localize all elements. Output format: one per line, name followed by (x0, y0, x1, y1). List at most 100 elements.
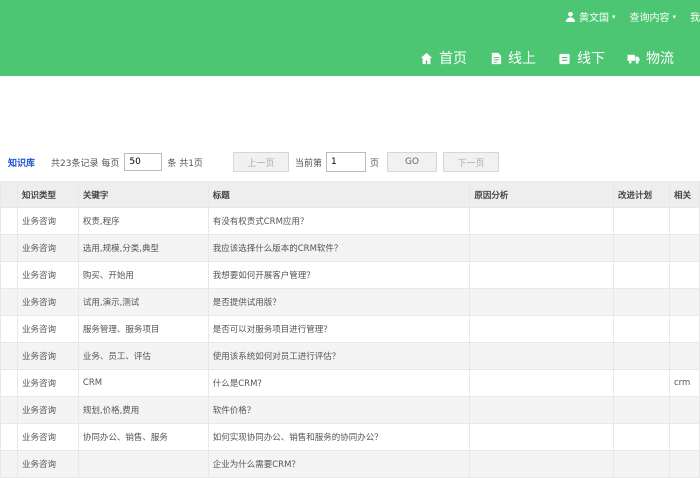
col-related-cell (668, 288, 700, 316)
col-knowledge-type-cell: 业务咨询 (16, 342, 79, 370)
col-title-cell[interactable]: 是否提供试用版？ (207, 288, 471, 316)
chevron-down-icon: ▾ (611, 12, 616, 21)
col-index-cell (0, 288, 18, 316)
col-keywords-cell: 服务管理、服务项目 (77, 315, 209, 343)
next-page-button[interactable]: 下一页 (442, 152, 499, 172)
table-row[interactable]: 业务咨询 权责,程序 有没有权责式CRM应用？ (0, 207, 700, 235)
col-title-cell[interactable]: 是否可以对服务项目进行管理？ (207, 315, 471, 343)
col-title-cell[interactable]: 软件价格？ (207, 396, 471, 424)
col-cause-analysis-header[interactable]: 原因分析 (469, 181, 615, 208)
col-related-cell (668, 396, 700, 424)
col-related-cell (668, 261, 700, 289)
col-title-cell[interactable]: 什么是CRM? (207, 369, 471, 397)
query-menu-label: 查询内容 (629, 13, 670, 24)
col-index-cell (0, 261, 18, 289)
col-title-cell[interactable]: 我想要如何开展客户管理？ (207, 261, 471, 289)
col-keywords-cell: 业务、员工、评估 (77, 342, 209, 370)
user-bar: 黄文国 ▾ 查询内容 ▾ 我 (565, 9, 700, 24)
col-improvement-plan-header[interactable]: 改进计划 (613, 181, 670, 208)
col-related-cell (668, 450, 700, 478)
col-keywords-cell: 协同办公、销售、服务 (77, 423, 209, 451)
col-knowledge-type-cell: 业务咨询 (16, 396, 79, 424)
page-size-input[interactable] (124, 153, 163, 171)
offline-icon (559, 53, 570, 64)
col-index-cell (0, 369, 18, 397)
col-improvement-plan-cell (613, 234, 670, 262)
col-knowledge-type-cell: 业务咨询 (16, 207, 79, 235)
nav-logistics[interactable]: 物流 (627, 48, 674, 68)
table-row[interactable]: 业务咨询 购买、开始用 我想要如何开展客户管理？ (0, 261, 700, 289)
more-menu[interactable]: 我 (690, 9, 700, 24)
col-cause-analysis-cell (469, 315, 615, 343)
app-header: 黄文国 ▾ 查询内容 ▾ 我 首页 线上 线下 物流 (0, 0, 700, 76)
prev-page-button[interactable]: 上一页 (232, 152, 289, 172)
col-keywords-cell: 选用,规模,分类,典型 (77, 234, 209, 262)
col-related-cell (668, 342, 700, 370)
col-cause-analysis-cell (469, 342, 615, 370)
table-body: 业务咨询 权责,程序 有没有权责式CRM应用？ 业务咨询 选用,规模,分类,典型 我应该选… (0, 207, 700, 478)
col-index-cell (0, 423, 18, 451)
col-improvement-plan-cell (613, 315, 670, 343)
go-button[interactable]: GO (386, 152, 437, 172)
nav-home[interactable]: 首页 (420, 48, 467, 68)
col-knowledge-type-cell: 业务咨询 (16, 450, 79, 478)
col-keywords-cell: CRM (77, 369, 209, 397)
col-knowledge-type-cell: 业务咨询 (16, 315, 79, 343)
main-nav: 首页 线上 线下 物流 (420, 48, 674, 68)
col-title-cell[interactable]: 我应该选择什么版本的CRM软件？ (207, 234, 471, 262)
total-records-text: 共23条记录 每页 (51, 158, 120, 169)
col-knowledge-type-cell: 业务咨询 (16, 369, 79, 397)
knowledge-base-link[interactable]: 知识库 (8, 156, 35, 169)
chevron-down-icon: ▾ (672, 12, 676, 21)
col-improvement-plan-cell (613, 342, 670, 370)
table-row[interactable]: 业务咨询 试用,演示,测试 是否提供试用版？ (0, 288, 700, 316)
col-related-cell (668, 234, 700, 262)
page-number-input[interactable] (325, 152, 366, 172)
truck-icon (627, 54, 640, 64)
table-row[interactable]: 业务咨询 协同办公、销售、服务 如何实现协同办公、销售和服务的协同办公？ (0, 423, 700, 451)
col-keywords-cell: 试用,演示,测试 (77, 288, 209, 316)
nav-home-label: 首页 (439, 51, 467, 67)
online-icon (491, 52, 502, 64)
col-title-cell[interactable]: 有没有权责式CRM应用？ (207, 207, 471, 235)
page-suffix: 页 (369, 158, 379, 169)
col-title-header[interactable]: 标题 (207, 181, 471, 208)
col-cause-analysis-cell (469, 288, 615, 316)
col-related-cell (668, 207, 700, 235)
col-title-cell[interactable]: 如何实现协同办公、销售和服务的协同办公？ (207, 423, 471, 451)
col-improvement-plan-cell (613, 261, 670, 289)
table-row[interactable]: 业务咨询 选用,规模,分类,典型 我应该选择什么版本的CRM软件？ (0, 234, 700, 262)
col-index-cell (0, 396, 18, 424)
col-knowledge-type-header[interactable]: 知识类型 (16, 181, 79, 208)
table-row[interactable]: 业务咨询 企业为什么需要CRM？ (0, 450, 700, 478)
col-index-cell (0, 207, 18, 235)
col-title-cell[interactable]: 使用该系统如何对员工进行评估？ (207, 342, 471, 370)
table-row[interactable]: 业务咨询 规划,价格,费用 软件价格？ (0, 396, 700, 424)
col-related-header[interactable]: 相关 (668, 181, 700, 208)
col-title-cell[interactable]: 企业为什么需要CRM？ (207, 450, 471, 478)
col-index-header[interactable] (0, 181, 18, 208)
col-related-cell (668, 315, 700, 343)
col-keywords-cell: 购买、开始用 (77, 261, 209, 289)
nav-online[interactable]: 线上 (489, 48, 536, 68)
user-icon (565, 11, 576, 22)
col-related-cell: crm (668, 369, 700, 397)
col-improvement-plan-cell (613, 369, 670, 397)
col-knowledge-type-cell: 业务咨询 (16, 288, 79, 316)
col-cause-analysis-cell (469, 234, 615, 262)
col-keywords-cell: 规划,价格,费用 (77, 396, 209, 424)
user-name: 黄文国 (578, 13, 609, 24)
col-improvement-plan-cell (613, 396, 670, 424)
knowledge-table: 知识类型 关键字 标题 原因分析 改进计划 相关 业务咨询 权责,程序 有没有权责式CRM应用… (0, 181, 700, 478)
col-index-cell (0, 450, 18, 478)
table-row[interactable]: 业务咨询 CRM 什么是CRM? crm (0, 369, 700, 397)
col-keywords-header[interactable]: 关键字 (77, 181, 209, 208)
table-row[interactable]: 业务咨询 业务、员工、评估 使用该系统如何对员工进行评估？ (0, 342, 700, 370)
col-cause-analysis-cell (469, 450, 615, 478)
col-knowledge-type-cell: 业务咨询 (16, 423, 79, 451)
nav-offline[interactable]: 线下 (558, 48, 605, 68)
col-cause-analysis-cell (469, 261, 615, 289)
table-row[interactable]: 业务咨询 服务管理、服务项目 是否可以对服务项目进行管理？ (0, 315, 700, 343)
user-menu[interactable]: 黄文国 ▾ (565, 9, 616, 24)
query-menu[interactable]: 查询内容 ▾ (629, 9, 676, 25)
